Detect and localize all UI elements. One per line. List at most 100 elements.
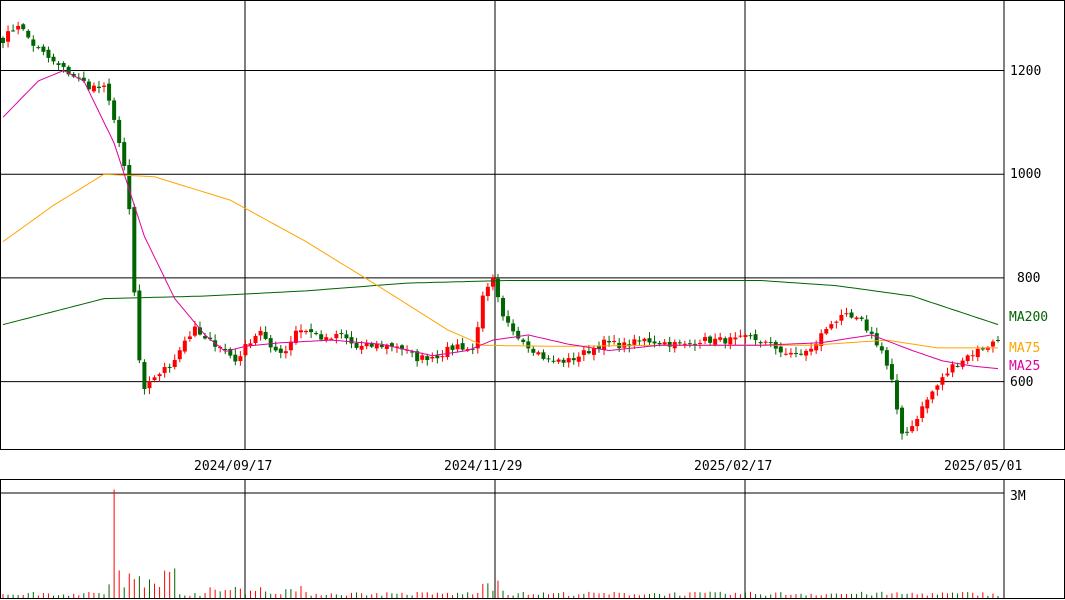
candle-body-116 <box>586 351 591 354</box>
candle-body-165 <box>834 321 839 323</box>
candle-body-25 <box>127 165 132 210</box>
candle-body-140 <box>708 336 713 343</box>
candle-body-113 <box>571 358 576 361</box>
candle-body-100 <box>506 316 511 323</box>
candle-body-36 <box>182 340 187 352</box>
candle-body-149 <box>753 334 758 341</box>
candle-body-24 <box>122 142 127 166</box>
candle-body-1 <box>6 31 11 42</box>
candle-body-196 <box>990 341 995 347</box>
candle-body-168 <box>849 312 854 318</box>
candle-body-29 <box>147 381 152 389</box>
candle-body-150 <box>758 342 763 344</box>
ma200-label: MA200 <box>1009 310 1048 325</box>
candle-body-186 <box>940 377 945 385</box>
candle-body-33 <box>167 366 172 368</box>
candle-body-86 <box>435 355 440 359</box>
candle-body-180 <box>910 426 915 432</box>
candle-body-38 <box>192 326 197 336</box>
candle-body-83 <box>420 355 425 360</box>
candle-body-96 <box>485 286 490 297</box>
candle-body-57 <box>288 341 293 351</box>
candle-body-108 <box>546 358 551 360</box>
candle-body-69 <box>349 337 354 344</box>
candle-body-67 <box>339 333 344 335</box>
candle-body-47 <box>238 356 243 362</box>
x-tick-2024-11-29: 2024/11/29 <box>444 459 522 474</box>
candle-body-191 <box>965 355 970 362</box>
candle-body-84 <box>425 356 430 361</box>
candle-body-60 <box>304 330 309 333</box>
candle-body-28 <box>142 362 147 389</box>
candle-body-123 <box>622 342 627 348</box>
candle-body-117 <box>591 347 596 355</box>
candle-body-146 <box>738 335 743 337</box>
candle-body-3 <box>16 25 21 30</box>
candle-body-22 <box>112 100 117 120</box>
candle-body-5 <box>26 30 31 38</box>
candle-body-178 <box>900 407 905 434</box>
candle-body-50 <box>253 335 258 344</box>
candle-body-2 <box>11 30 16 32</box>
candle-body-135 <box>682 343 687 345</box>
candle-body-166 <box>839 314 844 321</box>
candle-body-164 <box>829 324 834 329</box>
candle-body-18 <box>91 85 96 92</box>
candle-body-156 <box>788 352 793 355</box>
candle-body-157 <box>793 353 798 355</box>
candle-body-105 <box>531 348 536 353</box>
candle-body-26 <box>132 207 137 293</box>
candle-body-128 <box>647 338 652 343</box>
candle-body-66 <box>334 334 339 339</box>
candle-body-72 <box>364 343 369 347</box>
candle-body-85 <box>430 356 435 359</box>
candle-body-75 <box>379 345 384 348</box>
candle-body-54 <box>273 346 278 351</box>
candle-body-159 <box>804 350 809 356</box>
candle-body-141 <box>713 338 718 345</box>
candle-body-10 <box>51 56 56 62</box>
candle-body-115 <box>581 350 586 355</box>
candle-body-169 <box>854 317 859 320</box>
candle-body-183 <box>925 399 930 409</box>
y-tick-1000: 1000 <box>1010 167 1041 182</box>
candle-body-6 <box>31 39 36 46</box>
candle-body-9 <box>46 49 51 58</box>
candle-body-148 <box>748 335 753 337</box>
candle-body-101 <box>511 323 516 332</box>
candle-body-46 <box>233 354 238 362</box>
candle-body-11 <box>56 63 61 65</box>
candle-body-99 <box>501 297 506 317</box>
candle-body-12 <box>61 63 66 67</box>
candle-body-144 <box>728 337 733 345</box>
candle-body-193 <box>975 348 980 358</box>
candle-body-90 <box>455 344 460 350</box>
candle-body-71 <box>359 345 364 350</box>
candle-body-8 <box>41 46 46 52</box>
candle-body-102 <box>516 330 521 339</box>
candle-body-184 <box>930 391 935 400</box>
candle-body-55 <box>278 348 283 353</box>
candle-body-152 <box>768 342 773 344</box>
candle-body-171 <box>864 319 869 331</box>
candle-body-68 <box>344 334 349 339</box>
candle-body-142 <box>718 337 723 340</box>
candle-body-89 <box>450 345 455 350</box>
candle-body-4 <box>21 24 26 30</box>
y-tick-800: 800 <box>1017 271 1040 286</box>
candle-body-139 <box>703 337 708 341</box>
candle-body-34 <box>172 359 177 367</box>
candle-body-95 <box>480 295 485 329</box>
candle-body-189 <box>955 365 960 367</box>
candle-body-163 <box>824 329 829 334</box>
candle-body-188 <box>950 364 955 373</box>
candle-body-136 <box>687 343 692 345</box>
candle-body-103 <box>521 339 526 342</box>
candle-body-155 <box>783 353 788 355</box>
candle-body-59 <box>298 330 303 333</box>
candle-body-64 <box>324 337 329 341</box>
candle-body-52 <box>263 331 268 339</box>
candle-body-185 <box>935 385 940 390</box>
candle-body-63 <box>319 334 324 340</box>
candle-body-94 <box>475 327 480 349</box>
